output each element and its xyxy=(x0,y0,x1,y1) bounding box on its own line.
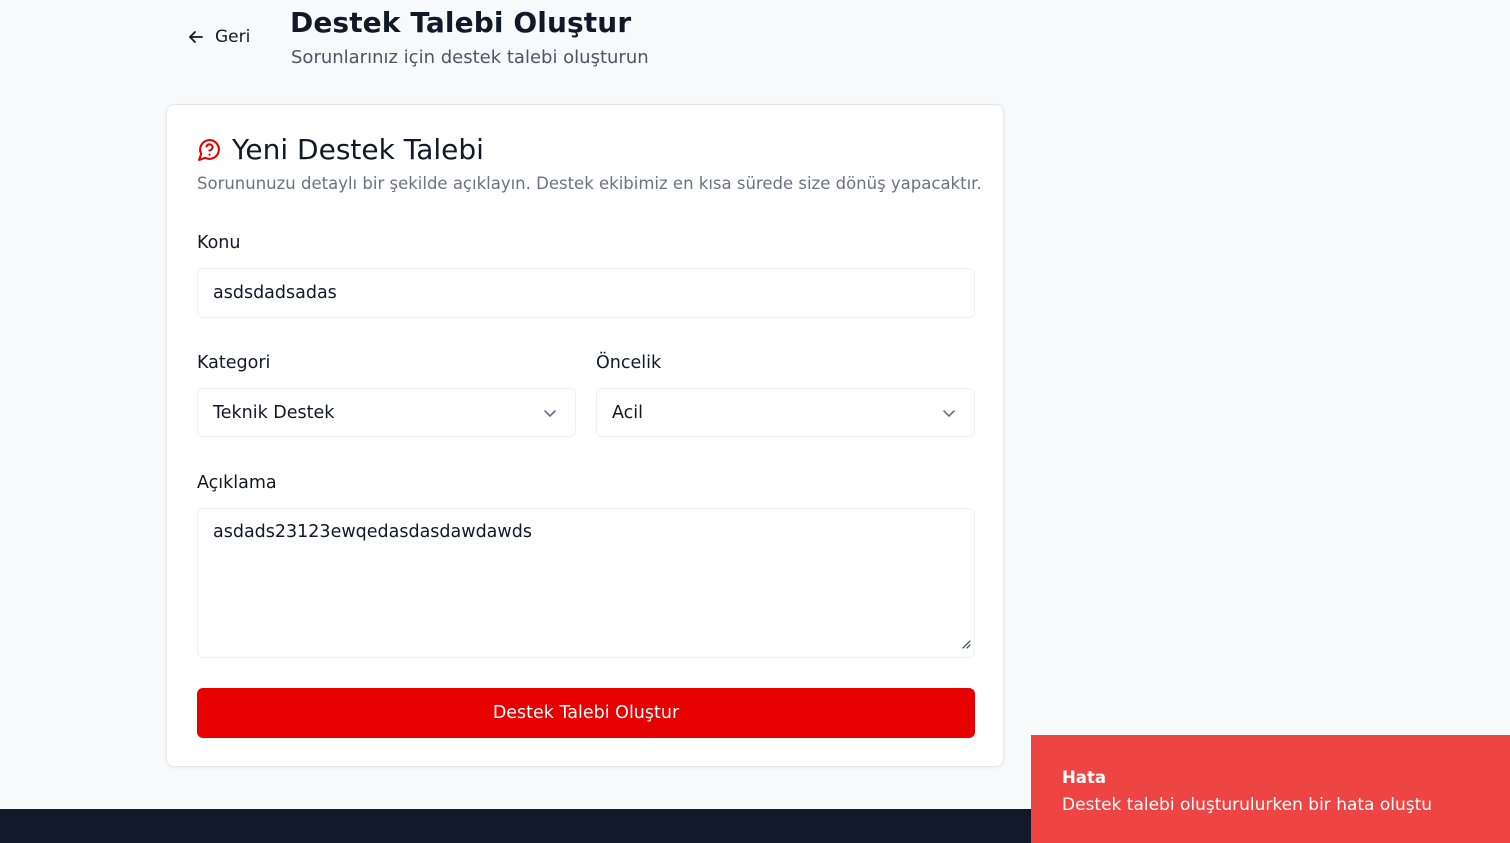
error-toast[interactable]: Hata Destek talebi oluşturulurken bir ha… xyxy=(1031,735,1510,843)
priority-label: Öncelik xyxy=(596,353,662,373)
description-textarea[interactable]: asdads23123ewqedasdasdawdawds xyxy=(197,508,975,658)
back-link[interactable]: Geri xyxy=(186,27,250,47)
page-subtitle: Sorunlarınız için destek talebi oluşturu… xyxy=(291,47,649,68)
subject-input[interactable]: asdsdadsadas xyxy=(197,268,975,318)
category-label: Kategori xyxy=(197,353,271,373)
back-label: Geri xyxy=(215,27,251,47)
submit-button[interactable]: Destek Talebi Oluştur xyxy=(197,688,975,738)
category-select[interactable]: Teknik Destek xyxy=(197,388,576,437)
chevron-down-icon xyxy=(941,405,959,421)
toast-title: Hata xyxy=(1062,768,1106,787)
toast-message: Destek talebi oluşturulurken bir hata ol… xyxy=(1062,795,1433,815)
card-title-text: Yeni Destek Talebi xyxy=(232,133,484,166)
description-label: Açıklama xyxy=(197,473,277,493)
chevron-down-icon xyxy=(542,405,560,421)
message-question-icon xyxy=(197,137,222,162)
priority-select[interactable]: Acil xyxy=(596,388,975,437)
ticket-form-card: Yeni Destek Talebi Sorununuzu detaylı bi… xyxy=(166,104,1004,767)
priority-value: Acil xyxy=(612,402,644,423)
description-value: asdads23123ewqedasdasdawdawds xyxy=(213,522,532,542)
card-title: Yeni Destek Talebi xyxy=(197,133,484,166)
subject-value: asdsdadsadas xyxy=(213,283,337,303)
subject-label: Konu xyxy=(197,233,241,253)
resize-handle-icon[interactable] xyxy=(961,634,971,654)
page-title: Destek Talebi Oluştur xyxy=(290,6,632,39)
card-description: Sorununuzu detaylı bir şekilde açıklayın… xyxy=(197,174,982,193)
category-value: Teknik Destek xyxy=(213,402,335,423)
arrow-left-icon xyxy=(186,27,206,47)
